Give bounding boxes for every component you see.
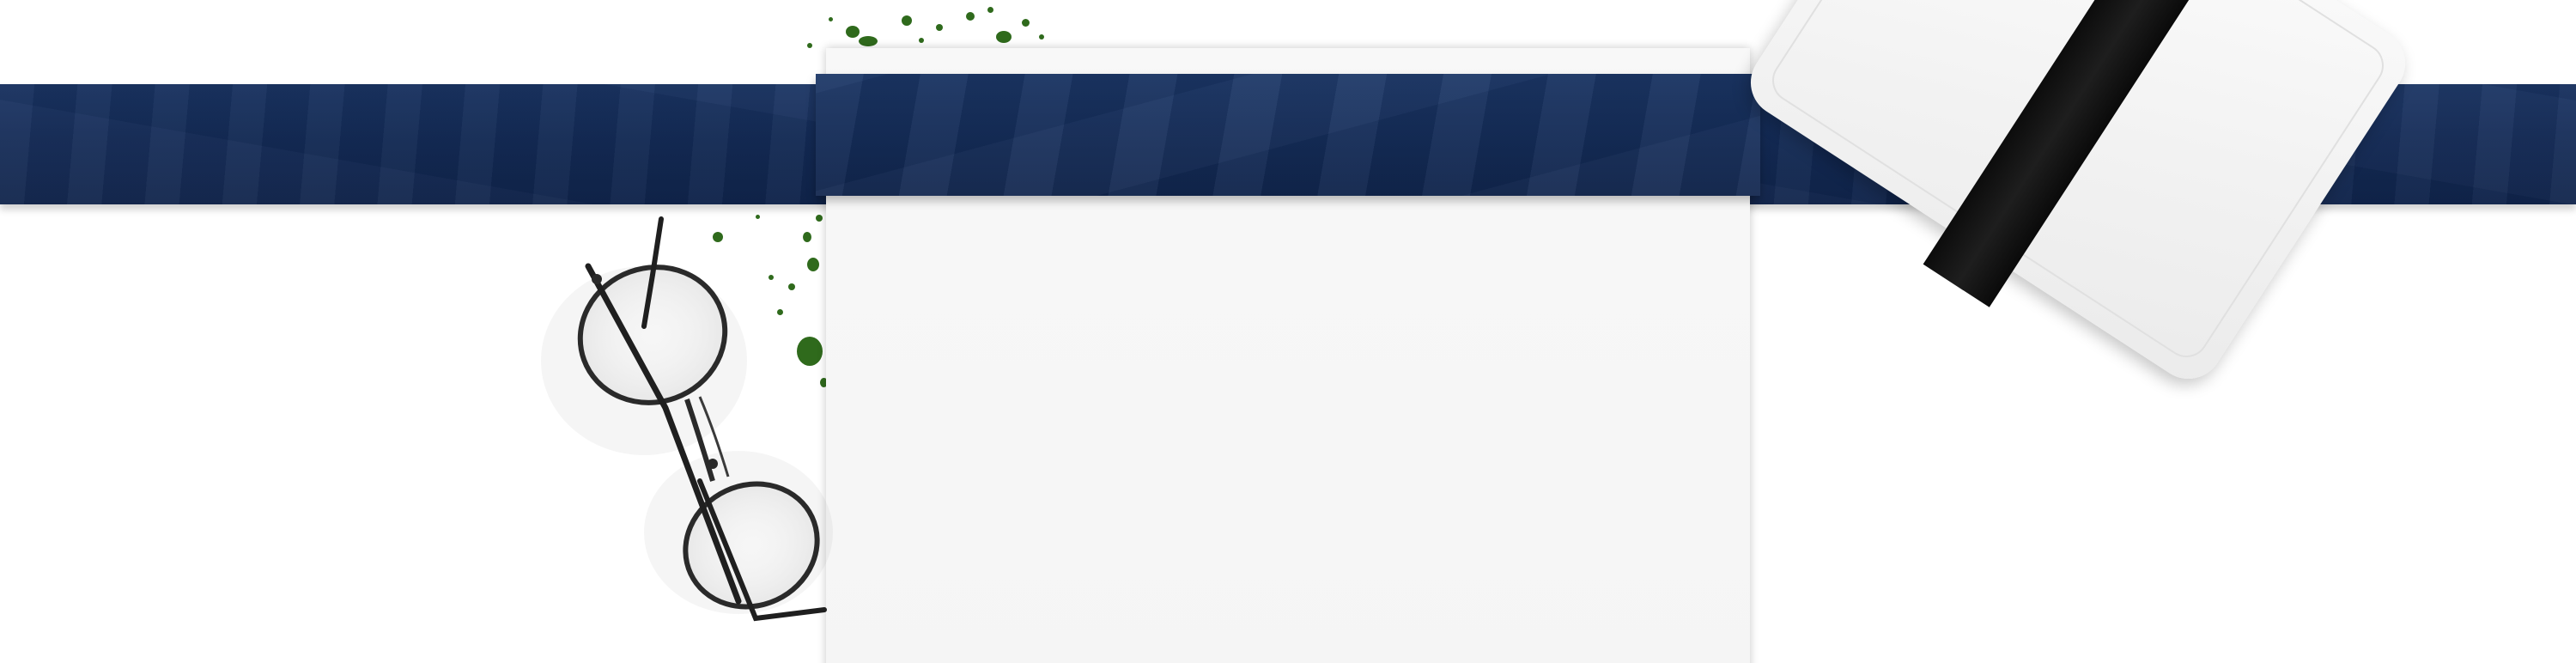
black-strap — [1923, 0, 2251, 307]
eyeglasses-icon — [541, 216, 833, 622]
paper-ribbon-band — [816, 74, 1760, 196]
flatlay-scene — [0, 0, 2576, 663]
